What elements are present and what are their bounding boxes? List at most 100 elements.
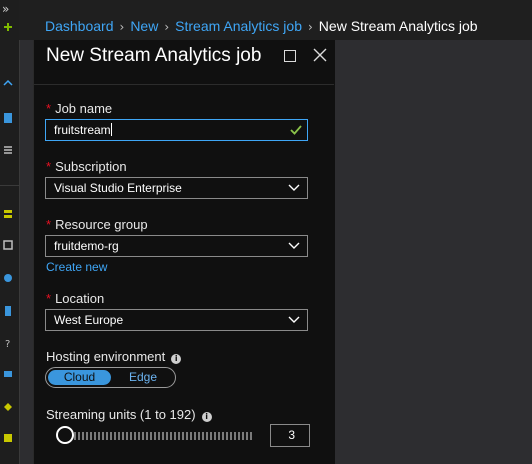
- hosting-environment-label: Hosting environment i: [46, 349, 182, 364]
- required-marker: *: [46, 217, 52, 232]
- required-marker: *: [46, 159, 52, 174]
- slider-tick: [206, 432, 208, 440]
- all-resources-icon[interactable]: [3, 209, 13, 219]
- job-name-value-wrap: fruitstream: [54, 123, 112, 137]
- slider-tick: [238, 432, 240, 440]
- dashboard-background: [335, 40, 532, 464]
- slider-tick: [118, 432, 120, 440]
- breadcrumb-dashboard[interactable]: Dashboard: [45, 18, 114, 34]
- expand-menu-icon[interactable]: »: [2, 2, 9, 16]
- slider-tick: [78, 432, 80, 440]
- subscription-dropdown[interactable]: Visual Studio Enterprise: [45, 177, 308, 199]
- info-icon[interactable]: i: [201, 412, 212, 422]
- left-nav-rail: » ?: [0, 0, 20, 464]
- slider-tick: [242, 432, 244, 440]
- slider-tick: [214, 432, 216, 440]
- slider-tick: [74, 432, 76, 440]
- slider-tick: [194, 432, 196, 440]
- job-name-value: fruitstream: [54, 123, 111, 137]
- hosting-option-edge[interactable]: Edge: [114, 370, 172, 385]
- slider-tick: [158, 432, 160, 440]
- app-services-icon[interactable]: [3, 273, 13, 283]
- slider-tick: [234, 432, 236, 440]
- hosting-environment-label-text: Hosting environment: [46, 349, 166, 364]
- chevron-down-icon: [288, 242, 300, 249]
- slider-tick: [226, 432, 228, 440]
- resource-group-label-text: Resource group: [55, 217, 148, 232]
- slider-tick: [114, 432, 116, 440]
- slider-tick: [122, 432, 124, 440]
- location-dropdown[interactable]: West Europe: [45, 309, 308, 331]
- location-value: West Europe: [54, 313, 124, 327]
- monitor-icon[interactable]: [3, 370, 13, 380]
- slider-tick: [186, 432, 188, 440]
- breadcrumb-new[interactable]: New: [130, 18, 158, 34]
- resource-group-label: * Resource group: [46, 217, 148, 232]
- slider-tick: [146, 432, 148, 440]
- slider-tick: [106, 432, 108, 440]
- svg-text:?: ?: [5, 339, 10, 348]
- slider-tick: [142, 432, 144, 440]
- slider-tick: [166, 432, 168, 440]
- blade-title: New Stream Analytics job: [46, 45, 262, 66]
- slider-tick: [174, 432, 176, 440]
- slider-tick: [190, 432, 192, 440]
- info-icon[interactable]: i: [171, 354, 182, 364]
- slider-tick: [202, 432, 204, 440]
- slider-tick: [110, 432, 112, 440]
- slider-tick: [86, 432, 88, 440]
- slider-tick: [230, 432, 232, 440]
- text-caret: [110, 123, 112, 136]
- streaming-units-slider-thumb[interactable]: [56, 426, 74, 444]
- location-label: * Location: [46, 291, 104, 306]
- maximize-icon[interactable]: [284, 50, 296, 62]
- hosting-environment-toggle: Cloud Edge: [45, 367, 176, 388]
- chevron-down-icon: [288, 184, 300, 191]
- slider-tick: [102, 432, 104, 440]
- breadcrumb-bar: Dashboard › New › Stream Analytics job › New S…: [19, 0, 532, 40]
- sql-icon[interactable]: [3, 306, 13, 316]
- breadcrumb-separator: ›: [119, 20, 125, 34]
- chevron-down-icon: [288, 316, 300, 323]
- slider-tick: [182, 432, 184, 440]
- resource-groups-icon[interactable]: [3, 240, 13, 250]
- streaming-units-slider-track[interactable]: [69, 431, 254, 441]
- resource-group-dropdown[interactable]: fruitdemo-rg: [45, 235, 308, 257]
- slider-tick: [162, 432, 164, 440]
- checkmark-icon: [290, 125, 302, 135]
- blade-header-divider: [34, 84, 334, 85]
- slider-tick: [82, 432, 84, 440]
- diamond-icon[interactable]: [3, 402, 13, 412]
- slider-tick: [98, 432, 100, 440]
- slider-tick: [134, 432, 136, 440]
- breadcrumb: Dashboard › New › Stream Analytics job › New S…: [45, 18, 478, 34]
- subscription-label: * Subscription: [46, 159, 127, 174]
- job-name-label-text: Job name: [55, 101, 113, 116]
- slider-tick: [218, 432, 220, 440]
- slider-tick: [246, 432, 248, 440]
- hosting-option-cloud[interactable]: Cloud: [48, 370, 111, 385]
- required-marker: *: [46, 291, 52, 306]
- slider-tick: [250, 432, 252, 440]
- all-services-icon[interactable]: [3, 145, 13, 155]
- slider-tick: [90, 432, 92, 440]
- required-marker: *: [46, 101, 52, 116]
- dashboard-icon[interactable]: [3, 113, 13, 123]
- breadcrumb-stream-analytics-job[interactable]: Stream Analytics job: [175, 18, 302, 34]
- streaming-units-input[interactable]: 3: [270, 424, 310, 447]
- slider-tick: [178, 432, 180, 440]
- storage-icon[interactable]: [3, 433, 13, 443]
- slider-tick: [154, 432, 156, 440]
- slider-tick: [222, 432, 224, 440]
- plus-icon[interactable]: [3, 22, 13, 32]
- slider-tick: [138, 432, 140, 440]
- rail-divider: [0, 185, 19, 186]
- help-icon[interactable]: ?: [3, 338, 13, 348]
- create-new-resource-group-link[interactable]: Create new: [46, 260, 107, 274]
- close-icon[interactable]: [313, 48, 327, 62]
- resource-group-value: fruitdemo-rg: [54, 239, 119, 253]
- streaming-units-label-text: Streaming units (1 to 192): [46, 407, 196, 422]
- slider-tick: [150, 432, 152, 440]
- job-name-input[interactable]: fruitstream: [45, 119, 308, 141]
- up-icon[interactable]: [3, 78, 13, 88]
